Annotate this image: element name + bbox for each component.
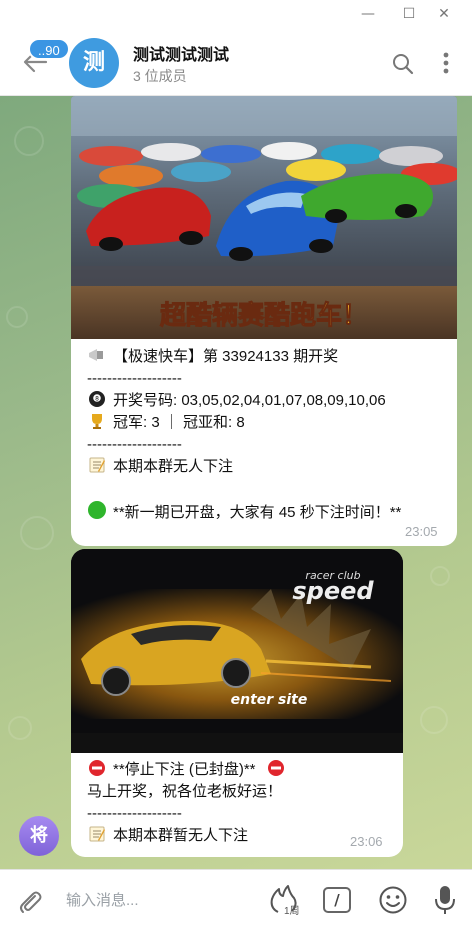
pattern-doodle: [8, 716, 32, 740]
memo-icon: [87, 825, 107, 843]
8-ball-icon: 8: [87, 390, 107, 408]
message-bubble[interactable]: racer club speed enter site **停止下注 (已封盘)…: [71, 549, 403, 857]
message-time: 23:05: [405, 524, 438, 539]
message-bubble[interactable]: 超酷辆赛酷跑车！ 【极速快车】第 33924133 期开奖 ----------…: [71, 96, 457, 546]
paperclip-icon[interactable]: [16, 887, 44, 915]
chat-header: ..90 测 测试测试测试 3 位成员: [0, 28, 472, 96]
fire-timer-label: 1周: [284, 906, 300, 917]
microphone-icon[interactable]: [433, 884, 457, 916]
svg-text:8: 8: [95, 396, 99, 403]
no-entry-icon: [266, 759, 286, 777]
divider-line: -------------------: [87, 370, 182, 387]
message-input[interactable]: 输入消息...: [66, 889, 139, 910]
close-button[interactable]: ✕: [432, 4, 456, 24]
command-button[interactable]: /: [323, 887, 351, 913]
banner-sub: enter site: [231, 692, 308, 708]
chat-title[interactable]: 测试测试测试: [133, 41, 229, 65]
chat-avatar[interactable]: 测: [69, 38, 119, 88]
message-input-bar: 输入消息... 1周 /: [0, 869, 472, 930]
maximize-button[interactable]: ☐: [397, 4, 421, 24]
message-line: 马上开奖，祝各位老板好运！: [87, 783, 283, 800]
message-line: 【极速快车】第 33924133 期开奖: [87, 346, 338, 368]
divider-line: -------------------: [87, 805, 182, 822]
more-vertical-icon[interactable]: [438, 50, 454, 76]
message-line: 本期本群暂无人下注: [87, 825, 248, 847]
pattern-doodle: [6, 306, 28, 328]
message-time: 23:06: [350, 834, 383, 849]
unread-count-badge: ..90: [28, 38, 70, 60]
message-line: 8 开奖号码: 03,05,02,04,01,07,08,09,10,06: [87, 390, 386, 412]
banner-brand: speed: [292, 577, 374, 605]
search-icon[interactable]: [391, 52, 415, 76]
pattern-doodle: [420, 706, 448, 734]
memo-icon: [87, 456, 107, 474]
race-cars-image[interactable]: 超酷辆赛酷跑车！: [71, 96, 457, 339]
pattern-doodle: [430, 566, 450, 586]
banner-title: 超酷辆赛酷跑车！: [160, 300, 368, 331]
green-circle-icon: [87, 500, 107, 519]
pattern-doodle: [14, 126, 44, 156]
megaphone-icon: [87, 346, 107, 364]
speed-car-image[interactable]: racer club speed enter site: [71, 549, 403, 753]
member-count: 3 位成员: [133, 68, 187, 84]
trophy-icon: [87, 412, 107, 430]
pattern-doodle: [20, 516, 54, 550]
no-entry-icon: [87, 759, 107, 777]
message-line: **停止下注 (已封盘)**: [87, 759, 292, 781]
message-line: 冠军: 3 ｜ 冠亚和: 8: [87, 412, 245, 434]
sender-avatar[interactable]: 将: [19, 816, 59, 856]
minimize-button[interactable]: —: [356, 4, 380, 24]
divider-line: -------------------: [87, 436, 182, 453]
emoji-icon[interactable]: [378, 885, 408, 915]
message-line: 本期本群无人下注: [87, 456, 233, 478]
window-titlebar: — ☐ ✕: [0, 0, 472, 28]
message-line: **新一期已开盘，大家有 45 秒下注时间！**: [87, 500, 401, 524]
